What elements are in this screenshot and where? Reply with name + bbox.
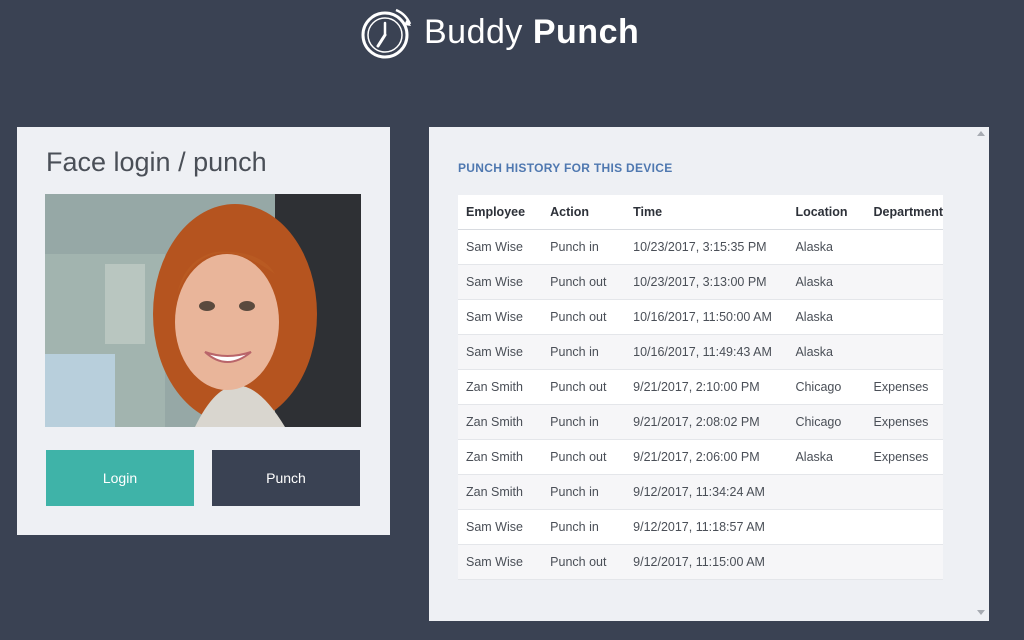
table-row: Sam Wise Punch out 9/12/2017, 11:15:00 A…	[458, 544, 943, 580]
cell-action: Punch in	[542, 474, 626, 510]
cell-time: 9/21/2017, 2:06:00 PM	[625, 439, 788, 475]
camera-preview	[45, 194, 361, 427]
cell-location: Chicago	[787, 404, 866, 440]
face-card-title: Face login / punch	[46, 147, 267, 177]
punch-button[interactable]: Punch	[212, 450, 360, 506]
brand-logo: Buddy Punch	[356, 0, 639, 64]
table-row: Zan Smith Punch out 9/21/2017, 2:06:00 P…	[458, 439, 943, 475]
cell-action: Punch out	[542, 439, 626, 475]
cell-location: Alaska	[787, 264, 866, 300]
cell-employee: Sam Wise	[458, 299, 543, 335]
face-photo	[45, 194, 361, 427]
cell-time: 9/21/2017, 2:10:00 PM	[625, 369, 788, 405]
column-header-department: Department	[865, 195, 943, 230]
column-header-employee: Employee	[458, 195, 543, 230]
table-row: Sam Wise Punch out 10/16/2017, 11:50:00 …	[458, 299, 943, 335]
brand-name-light: Buddy	[424, 12, 523, 51]
cell-action: Punch out	[542, 544, 626, 580]
punch-history-title: PUNCH HISTORY FOR THIS DEVICE	[458, 161, 673, 175]
table-row: Zan Smith Punch in 9/21/2017, 2:08:02 PM…	[458, 404, 943, 440]
cell-action: Punch out	[542, 299, 626, 335]
cell-department: Expenses	[865, 404, 943, 440]
cell-employee: Zan Smith	[458, 369, 543, 405]
cell-department	[865, 299, 943, 335]
login-button[interactable]: Login	[46, 450, 194, 506]
cell-department	[865, 229, 943, 265]
cell-employee: Zan Smith	[458, 439, 543, 475]
cell-action: Punch in	[542, 509, 626, 545]
cell-department	[865, 474, 943, 510]
table-row: Sam Wise Punch out 10/23/2017, 3:13:00 P…	[458, 264, 943, 300]
cell-action: Punch out	[542, 264, 626, 300]
stopwatch-icon	[361, 8, 412, 59]
column-header-time: Time	[625, 195, 788, 230]
cell-employee: Sam Wise	[458, 334, 543, 370]
cell-location: Alaska	[787, 334, 866, 370]
cell-time: 9/21/2017, 2:08:02 PM	[625, 404, 788, 440]
cell-location: Chicago	[787, 369, 866, 405]
cell-employee: Zan Smith	[458, 404, 543, 440]
table-row: Sam Wise Punch in 10/23/2017, 3:15:35 PM…	[458, 229, 943, 265]
cell-location: Alaska	[787, 229, 866, 265]
table-row: Zan Smith Punch in 9/12/2017, 11:34:24 A…	[458, 474, 943, 510]
history-scrollbar[interactable]	[972, 127, 989, 621]
cell-action: Punch in	[542, 229, 626, 265]
scroll-up-arrow-icon[interactable]	[977, 131, 985, 136]
brand-name-bold: Punch	[532, 12, 640, 51]
cell-time: 9/12/2017, 11:15:00 AM	[625, 544, 788, 580]
cell-department: Expenses	[865, 369, 943, 405]
cell-department	[865, 264, 943, 300]
cell-time: 9/12/2017, 11:18:57 AM	[625, 509, 788, 545]
cell-location: Alaska	[787, 439, 866, 475]
cell-action: Punch in	[542, 404, 626, 440]
cell-department	[865, 544, 943, 580]
cell-employee: Sam Wise	[458, 229, 543, 265]
table-row: Sam Wise Punch in 9/12/2017, 11:18:57 AM	[458, 509, 943, 545]
table-row: Zan Smith Punch out 9/21/2017, 2:10:00 P…	[458, 369, 943, 405]
cell-location	[787, 474, 866, 510]
cell-department: Expenses	[865, 439, 943, 475]
cell-department	[865, 334, 943, 370]
table-row: Sam Wise Punch in 10/16/2017, 11:49:43 A…	[458, 334, 943, 370]
column-header-action: Action	[542, 195, 626, 230]
cell-time: 10/23/2017, 3:13:00 PM	[625, 264, 788, 300]
punch-history-panel: PUNCH HISTORY FOR THIS DEVICE Employee A…	[429, 127, 989, 621]
cell-time: 10/16/2017, 11:50:00 AM	[625, 299, 788, 335]
cell-department	[865, 509, 943, 545]
column-header-location: Location	[787, 195, 866, 230]
cell-action: Punch in	[542, 334, 626, 370]
punch-history-table: Employee Action Time Location Department…	[458, 195, 943, 580]
scroll-down-arrow-icon[interactable]	[977, 610, 985, 615]
cell-employee: Sam Wise	[458, 509, 543, 545]
cell-location	[787, 544, 866, 580]
cell-location	[787, 509, 866, 545]
cell-time: 10/23/2017, 3:15:35 PM	[625, 229, 788, 265]
cell-employee: Sam Wise	[458, 544, 543, 580]
cell-time: 10/16/2017, 11:49:43 AM	[625, 334, 788, 370]
cell-location: Alaska	[787, 299, 866, 335]
cell-action: Punch out	[542, 369, 626, 405]
cell-employee: Sam Wise	[458, 264, 543, 300]
cell-employee: Zan Smith	[458, 474, 543, 510]
brand-name: Buddy Punch	[424, 13, 639, 52]
table-header-row: Employee Action Time Location Department	[458, 195, 943, 230]
cell-time: 9/12/2017, 11:34:24 AM	[625, 474, 788, 510]
face-login-card: Face login / punch Login Punch	[17, 127, 390, 535]
